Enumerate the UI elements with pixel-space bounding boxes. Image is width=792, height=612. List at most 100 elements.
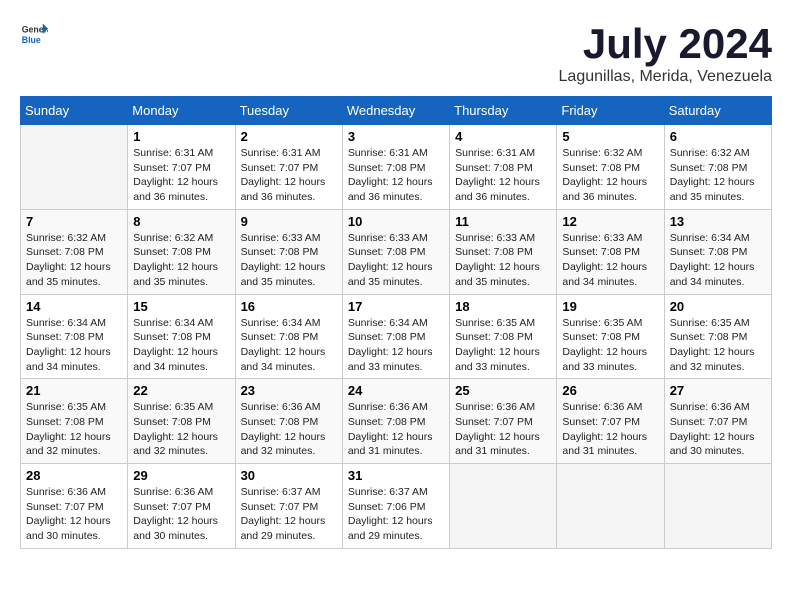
- day-info: Sunrise: 6:34 AMSunset: 7:08 PMDaylight:…: [670, 231, 766, 290]
- day-cell: 23 Sunrise: 6:36 AMSunset: 7:08 PMDayligh…: [235, 379, 342, 464]
- header-cell-saturday: Saturday: [664, 97, 771, 125]
- day-number: 8: [133, 214, 229, 229]
- day-info: Sunrise: 6:36 AMSunset: 7:07 PMDaylight:…: [670, 400, 766, 459]
- day-info: Sunrise: 6:36 AMSunset: 7:07 PMDaylight:…: [26, 485, 122, 544]
- day-number: 5: [562, 129, 658, 144]
- day-cell: 16 Sunrise: 6:34 AMSunset: 7:08 PMDayligh…: [235, 294, 342, 379]
- day-info: Sunrise: 6:36 AMSunset: 7:07 PMDaylight:…: [455, 400, 551, 459]
- day-number: 26: [562, 383, 658, 398]
- logo: General Blue: [20, 20, 48, 48]
- day-cell: 26 Sunrise: 6:36 AMSunset: 7:07 PMDayligh…: [557, 379, 664, 464]
- day-number: 11: [455, 214, 551, 229]
- day-cell: [21, 125, 128, 210]
- day-info: Sunrise: 6:35 AMSunset: 7:08 PMDaylight:…: [133, 400, 229, 459]
- day-number: 25: [455, 383, 551, 398]
- day-number: 22: [133, 383, 229, 398]
- day-cell: 31 Sunrise: 6:37 AMSunset: 7:06 PMDayligh…: [342, 464, 449, 549]
- day-cell: 11 Sunrise: 6:33 AMSunset: 7:08 PMDayligh…: [450, 209, 557, 294]
- day-info: Sunrise: 6:31 AMSunset: 7:07 PMDaylight:…: [133, 146, 229, 205]
- day-cell: [557, 464, 664, 549]
- subtitle: Lagunillas, Merida, Venezuela: [559, 68, 772, 86]
- day-cell: [664, 464, 771, 549]
- day-cell: 18Sunrise: 6:35 AMSunset: 7:08 PMDayligh…: [450, 294, 557, 379]
- day-number: 13: [670, 214, 766, 229]
- day-cell: 19Sunrise: 6:35 AMSunset: 7:08 PMDayligh…: [557, 294, 664, 379]
- day-info: Sunrise: 6:31 AMSunset: 7:08 PMDaylight:…: [455, 146, 551, 205]
- day-info: Sunrise: 6:34 AMSunset: 7:08 PMDaylight:…: [241, 316, 337, 375]
- header-cell-sunday: Sunday: [21, 97, 128, 125]
- calendar-body: 1 Sunrise: 6:31 AMSunset: 7:07 PMDaylight…: [21, 125, 772, 549]
- day-info: Sunrise: 6:36 AMSunset: 7:07 PMDaylight:…: [562, 400, 658, 459]
- day-info: Sunrise: 6:37 AMSunset: 7:06 PMDaylight:…: [348, 485, 444, 544]
- day-info: Sunrise: 6:33 AMSunset: 7:08 PMDaylight:…: [348, 231, 444, 290]
- day-number: 14: [26, 299, 122, 314]
- day-info: Sunrise: 6:35 AMSunset: 7:08 PMDaylight:…: [455, 316, 551, 375]
- day-cell: 27 Sunrise: 6:36 AMSunset: 7:07 PMDayligh…: [664, 379, 771, 464]
- day-cell: 8 Sunrise: 6:32 AMSunset: 7:08 PMDaylight…: [128, 209, 235, 294]
- day-number: 24: [348, 383, 444, 398]
- day-cell: 4 Sunrise: 6:31 AMSunset: 7:08 PMDaylight…: [450, 125, 557, 210]
- day-number: 27: [670, 383, 766, 398]
- day-info: Sunrise: 6:32 AMSunset: 7:08 PMDaylight:…: [670, 146, 766, 205]
- day-number: 16: [241, 299, 337, 314]
- day-cell: 20 Sunrise: 6:35 AMSunset: 7:08 PMDayligh…: [664, 294, 771, 379]
- day-number: 6: [670, 129, 766, 144]
- day-number: 20: [670, 299, 766, 314]
- day-info: Sunrise: 6:34 AMSunset: 7:08 PMDaylight:…: [26, 316, 122, 375]
- day-cell: [450, 464, 557, 549]
- day-cell: 30Sunrise: 6:37 AMSunset: 7:07 PMDayligh…: [235, 464, 342, 549]
- day-cell: 15 Sunrise: 6:34 AMSunset: 7:08 PMDayligh…: [128, 294, 235, 379]
- header-row: SundayMondayTuesdayWednesdayThursdayFrid…: [21, 97, 772, 125]
- day-number: 3: [348, 129, 444, 144]
- week-row-2: 7 Sunrise: 6:32 AMSunset: 7:08 PMDaylight…: [21, 209, 772, 294]
- day-info: Sunrise: 6:32 AMSunset: 7:08 PMDaylight:…: [562, 146, 658, 205]
- day-cell: 21Sunrise: 6:35 AMSunset: 7:08 PMDayligh…: [21, 379, 128, 464]
- day-cell: 22 Sunrise: 6:35 AMSunset: 7:08 PMDayligh…: [128, 379, 235, 464]
- day-cell: 10Sunrise: 6:33 AMSunset: 7:08 PMDayligh…: [342, 209, 449, 294]
- day-info: Sunrise: 6:35 AMSunset: 7:08 PMDaylight:…: [670, 316, 766, 375]
- header: General Blue July 2024 Lagunillas, Merid…: [20, 20, 772, 86]
- day-number: 31: [348, 468, 444, 483]
- day-info: Sunrise: 6:32 AMSunset: 7:08 PMDaylight:…: [26, 231, 122, 290]
- day-number: 17: [348, 299, 444, 314]
- day-number: 23: [241, 383, 337, 398]
- day-cell: 29Sunrise: 6:36 AMSunset: 7:07 PMDayligh…: [128, 464, 235, 549]
- day-info: Sunrise: 6:33 AMSunset: 7:08 PMDaylight:…: [562, 231, 658, 290]
- day-info: Sunrise: 6:35 AMSunset: 7:08 PMDaylight:…: [26, 400, 122, 459]
- header-cell-friday: Friday: [557, 97, 664, 125]
- calendar-header: SundayMondayTuesdayWednesdayThursdayFrid…: [21, 97, 772, 125]
- day-number: 12: [562, 214, 658, 229]
- day-info: Sunrise: 6:37 AMSunset: 7:07 PMDaylight:…: [241, 485, 337, 544]
- calendar-table: SundayMondayTuesdayWednesdayThursdayFrid…: [20, 96, 772, 549]
- day-cell: 3 Sunrise: 6:31 AMSunset: 7:08 PMDaylight…: [342, 125, 449, 210]
- day-number: 29: [133, 468, 229, 483]
- day-number: 4: [455, 129, 551, 144]
- day-info: Sunrise: 6:34 AMSunset: 7:08 PMDaylight:…: [348, 316, 444, 375]
- day-number: 9: [241, 214, 337, 229]
- day-info: Sunrise: 6:31 AMSunset: 7:08 PMDaylight:…: [348, 146, 444, 205]
- week-row-3: 14 Sunrise: 6:34 AMSunset: 7:08 PMDayligh…: [21, 294, 772, 379]
- day-cell: 2Sunrise: 6:31 AMSunset: 7:07 PMDaylight…: [235, 125, 342, 210]
- day-cell: 13 Sunrise: 6:34 AMSunset: 7:08 PMDayligh…: [664, 209, 771, 294]
- day-number: 15: [133, 299, 229, 314]
- header-cell-tuesday: Tuesday: [235, 97, 342, 125]
- day-cell: 1 Sunrise: 6:31 AMSunset: 7:07 PMDaylight…: [128, 125, 235, 210]
- day-info: Sunrise: 6:33 AMSunset: 7:08 PMDaylight:…: [455, 231, 551, 290]
- day-info: Sunrise: 6:32 AMSunset: 7:08 PMDaylight:…: [133, 231, 229, 290]
- day-info: Sunrise: 6:33 AMSunset: 7:08 PMDaylight:…: [241, 231, 337, 290]
- day-cell: 12 Sunrise: 6:33 AMSunset: 7:08 PMDayligh…: [557, 209, 664, 294]
- day-info: Sunrise: 6:31 AMSunset: 7:07 PMDaylight:…: [241, 146, 337, 205]
- day-info: Sunrise: 6:35 AMSunset: 7:08 PMDaylight:…: [562, 316, 658, 375]
- header-cell-wednesday: Wednesday: [342, 97, 449, 125]
- day-info: Sunrise: 6:34 AMSunset: 7:08 PMDaylight:…: [133, 316, 229, 375]
- week-row-5: 28Sunrise: 6:36 AMSunset: 7:07 PMDayligh…: [21, 464, 772, 549]
- day-info: Sunrise: 6:36 AMSunset: 7:08 PMDaylight:…: [241, 400, 337, 459]
- day-number: 7: [26, 214, 122, 229]
- day-cell: 25 Sunrise: 6:36 AMSunset: 7:07 PMDayligh…: [450, 379, 557, 464]
- day-cell: 17 Sunrise: 6:34 AMSunset: 7:08 PMDayligh…: [342, 294, 449, 379]
- day-number: 1: [133, 129, 229, 144]
- day-cell: 24Sunrise: 6:36 AMSunset: 7:08 PMDayligh…: [342, 379, 449, 464]
- header-cell-thursday: Thursday: [450, 97, 557, 125]
- svg-text:Blue: Blue: [22, 35, 41, 45]
- header-cell-monday: Monday: [128, 97, 235, 125]
